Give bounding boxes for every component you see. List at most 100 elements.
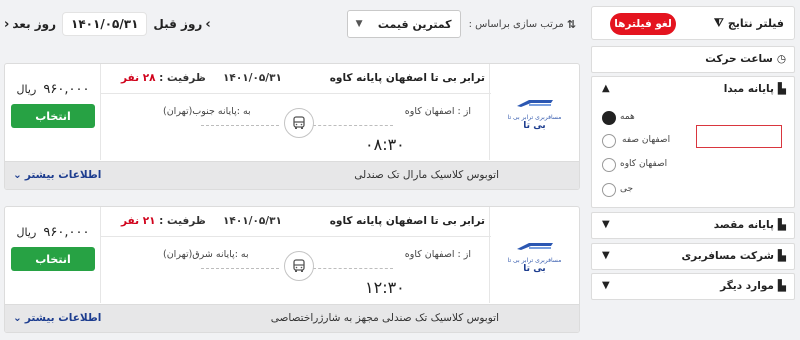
- current-date: ۱۴۰۱/۰۵/۳۱: [62, 12, 148, 36]
- origin-option[interactable]: جی: [592, 181, 796, 201]
- sort-label: ⇅ مرتب سازی براساس :: [469, 18, 576, 31]
- price-currency: ریال: [16, 83, 37, 96]
- route-title: ترابر بی تا اصفهان پایانه کاوه: [329, 72, 485, 84]
- sort-area: ⇅ مرتب سازی براساس : کمترین قیمت ▼: [346, 10, 576, 38]
- building-icon: ▙: [777, 280, 786, 292]
- clear-filters-button[interactable]: لغو فیلترها: [610, 13, 676, 35]
- bus-description: اتوبوس کلاسیک مارال تک صندلی: [354, 169, 499, 181]
- trip-date: ۱۴۰۱/۰۵/۳۱: [223, 215, 282, 227]
- chevron-down-icon: ⌄: [13, 312, 22, 324]
- chevron-left-icon: ‹: [205, 16, 211, 32]
- chevron-down-icon: ⌄: [13, 169, 22, 181]
- more-info-label: اطلاعات بیشتر: [24, 312, 102, 324]
- bus-company-logo-icon: [516, 242, 553, 250]
- filter-title: فیلتر نتایج ⧩: [714, 16, 784, 30]
- price-currency: ریال: [16, 226, 37, 239]
- price: ۹۶۰,۰۰۰ ریال: [5, 225, 101, 240]
- more-info-label: اطلاعات بیشتر: [24, 169, 102, 181]
- section-title-company: شرکت مسافربری: [681, 250, 774, 262]
- origin-option[interactable]: اصفهان کاوه: [592, 156, 796, 176]
- result-card: ۹۶۰,۰۰۰ ریال انتخاب ظرفیت : ۲۱ نفر ۱۴۰۱/…: [4, 206, 580, 333]
- departure-time: ۱۲:۳۰: [365, 278, 405, 297]
- chevron-up-icon: ▲: [602, 83, 610, 94]
- bus-icon: [284, 251, 314, 281]
- capacity-label: ظرفیت :: [159, 72, 206, 84]
- day-navigation: › روز بعد ۱۴۰۱/۰۵/۳۱ روز قبل ‹: [4, 6, 211, 42]
- next-day-label: روز بعد: [12, 17, 57, 31]
- destination-label: به :پایانه جنوب(تهران): [163, 106, 251, 117]
- next-day-button[interactable]: › روز بعد: [4, 17, 56, 32]
- price-value: ۹۶۰,۰۰۰: [43, 225, 90, 240]
- company-logo: مسافربری ترابر بی تا بی تا: [489, 207, 579, 303]
- sort-select-value: کمترین قیمت: [377, 17, 452, 31]
- card-footer: ⌄ اطلاعات بیشتر اتوبوس کلاسیک تک صندلی م…: [5, 304, 579, 332]
- clock-icon: ◷: [776, 53, 786, 65]
- highlight-box: [696, 125, 782, 148]
- trip-date: ۱۴۰۱/۰۵/۳۱: [223, 72, 282, 84]
- origin-option-label: جی: [620, 184, 634, 194]
- radio-button[interactable]: [602, 111, 616, 125]
- chevron-right-icon: ›: [4, 16, 10, 32]
- section-label: ▙ پایانه مقصد: [714, 219, 786, 231]
- section-title-destination: پایانه مقصد: [713, 219, 774, 231]
- radio-button[interactable]: [602, 183, 616, 197]
- radio-button[interactable]: [602, 158, 616, 172]
- sort-icon: ⇅: [566, 17, 576, 31]
- more-info-link[interactable]: ⌄ اطلاعات بیشتر: [13, 169, 101, 181]
- origin-option-label: اصفهان کاوه: [620, 159, 668, 169]
- origin-label: از : اصفهان کاوه: [404, 249, 471, 260]
- origin-section-header[interactable]: ▲ ▙ پایانه مبدا: [592, 77, 794, 103]
- prev-day-label: روز قبل: [153, 17, 203, 31]
- more-info-link[interactable]: ⌄ اطلاعات بیشتر: [13, 312, 101, 324]
- filter-section-origin: ▲ ▙ پایانه مبدا همه اصفهان صفه اصفهان کا…: [591, 76, 795, 208]
- radio-button[interactable]: [602, 134, 616, 148]
- origin-option-label: اصفهان صفه: [622, 135, 671, 145]
- building-icon: ▙: [777, 250, 786, 262]
- select-button[interactable]: انتخاب: [11, 247, 95, 271]
- filter-header: لغو فیلترها فیلتر نتایج ⧩: [591, 6, 795, 40]
- section-title-other: موارد دیگر: [720, 280, 774, 292]
- price: ۹۶۰,۰۰۰ ریال: [5, 82, 101, 97]
- results-toolbar: › روز بعد ۱۴۰۱/۰۵/۳۱ روز قبل ‹ ⇅ مرتب سا…: [4, 6, 580, 42]
- departure-time: ۰۸:۳۰: [365, 135, 405, 154]
- route-line: [201, 268, 279, 269]
- route-title: ترابر بی تا اصفهان پایانه کاوه: [329, 215, 485, 227]
- bus-company-logo-icon: [516, 99, 553, 107]
- sort-label-text: مرتب سازی براساس :: [468, 18, 564, 30]
- price-value: ۹۶۰,۰۰۰: [43, 82, 90, 97]
- capacity-label: ظرفیت :: [159, 215, 206, 227]
- price-column: ۹۶۰,۰۰۰ ریال انتخاب: [5, 207, 101, 303]
- section-label: ▙ شرکت مسافربری: [682, 250, 786, 262]
- capacity-value: ۲۸ نفر: [121, 72, 156, 84]
- chevron-down-icon: ▼: [602, 250, 610, 261]
- section-label: ▙ موارد دیگر: [720, 280, 786, 292]
- route-line: [313, 268, 393, 269]
- price-column: ۹۶۰,۰۰۰ ریال انتخاب: [5, 64, 101, 160]
- prev-day-button[interactable]: روز قبل ‹: [153, 17, 210, 32]
- section-label: ▙ پایانه مبدا: [724, 83, 786, 95]
- section-title-departure-time: ساعت حرکت: [705, 53, 773, 65]
- logo-name: بی تا: [523, 120, 546, 131]
- route-line: [313, 125, 393, 126]
- origin-label: از : اصفهان کاوه: [404, 106, 471, 117]
- capacity: ظرفیت : ۲۸ نفر: [121, 72, 206, 84]
- logo-name: بی تا: [523, 263, 546, 274]
- route-line: [201, 125, 279, 126]
- building-icon: ▙: [777, 219, 786, 231]
- origin-option-label: همه: [620, 112, 635, 122]
- capacity: ظرفیت : ۲۱ نفر: [121, 215, 206, 227]
- filter-section-company[interactable]: ▼ ▙ شرکت مسافربری: [591, 243, 795, 270]
- chevron-down-icon: ▼: [602, 219, 610, 230]
- company-logo: مسافربری ترابر بی تا بی تا: [489, 64, 579, 160]
- select-button[interactable]: انتخاب: [11, 104, 95, 128]
- section-label: ◷ ساعت حرکت: [705, 53, 786, 65]
- filter-section-departure-time[interactable]: ◷ ساعت حرکت: [591, 46, 795, 73]
- sort-select[interactable]: کمترین قیمت ▼: [346, 10, 461, 38]
- filter-section-destination[interactable]: ▼ ▙ پایانه مقصد: [591, 212, 795, 239]
- trip-info: ظرفیت : ۲۸ نفر ۱۴۰۱/۰۵/۳۱ ترابر بی تا اص…: [101, 64, 491, 160]
- card-footer: ⌄ اطلاعات بیشتر اتوبوس کلاسیک مارال تک ص…: [5, 161, 579, 189]
- filter-section-other[interactable]: ▼ ▙ موارد دیگر: [591, 273, 795, 300]
- bus-icon: [284, 108, 314, 138]
- logo-caption: مسافربری ترابر بی تا: [507, 113, 562, 121]
- chevron-down-icon: ▼: [355, 19, 363, 29]
